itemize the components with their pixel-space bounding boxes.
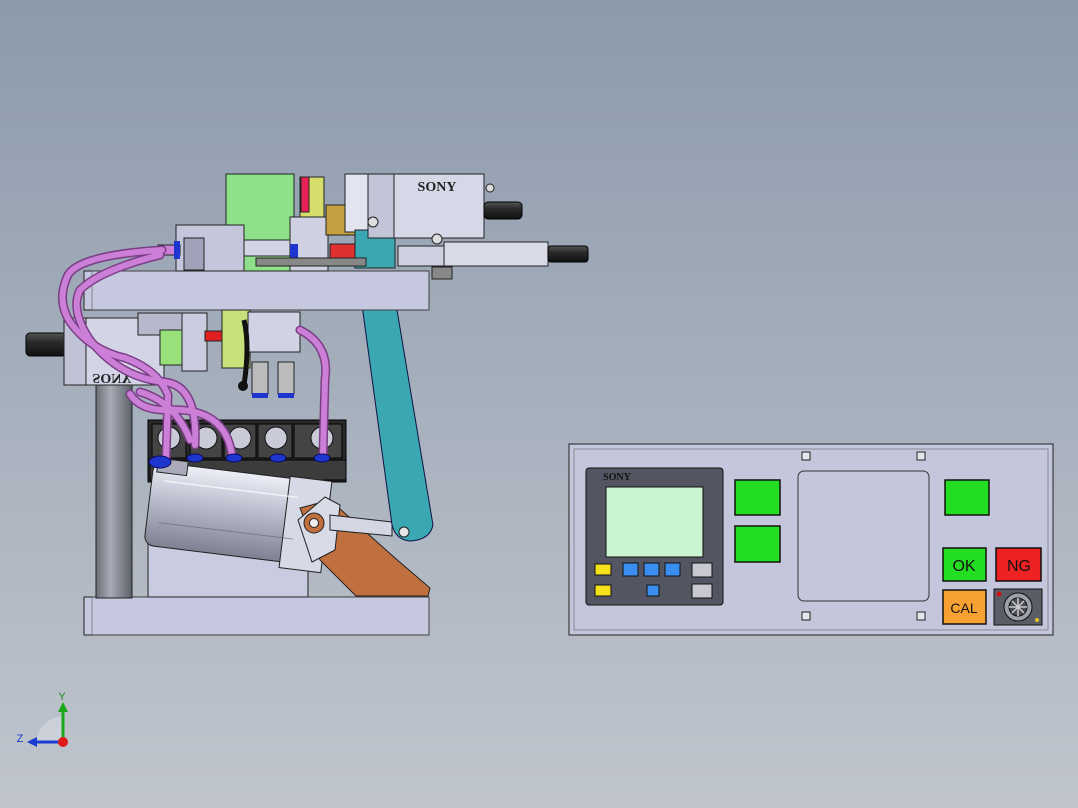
cad-viewport[interactable]: SONY SONY SONY OK NG CAL Y Z bbox=[0, 0, 1078, 808]
top-plate bbox=[83, 270, 430, 311]
green-lamp-3 bbox=[944, 479, 990, 516]
cal-button[interactable]: CAL bbox=[942, 589, 987, 625]
hmi-key-blue-1[interactable] bbox=[622, 562, 639, 577]
teal-arm[interactable] bbox=[361, 297, 434, 542]
support-post bbox=[95, 384, 133, 599]
base-plate bbox=[83, 596, 430, 636]
hmi-key-yellow-1[interactable] bbox=[594, 563, 612, 576]
slide-cylinder bbox=[397, 245, 445, 267]
hmi-key-blue-2[interactable] bbox=[643, 562, 660, 577]
ng-button[interactable]: NG bbox=[995, 547, 1042, 582]
y-axis-label: Y bbox=[58, 691, 66, 703]
ok-button[interactable]: OK bbox=[942, 547, 987, 582]
hmi-key-grey-1[interactable] bbox=[691, 562, 713, 578]
hmi-screen[interactable] bbox=[605, 486, 704, 558]
hmi-key-grey-2[interactable] bbox=[691, 583, 713, 599]
hmi-key-yellow-2[interactable] bbox=[594, 584, 612, 597]
hmi-key-blue-4[interactable] bbox=[646, 584, 660, 597]
svg-text:CAL: CAL bbox=[950, 600, 977, 616]
z-axis-label: Z bbox=[17, 733, 24, 745]
red-post bbox=[300, 176, 310, 213]
left-camera-lens bbox=[25, 332, 67, 357]
cad-drawing: SONY SONY SONY OK NG CAL Y Z bbox=[17, 173, 1054, 747]
top-camera-logo: SONY bbox=[418, 180, 457, 195]
svg-text:NG: NG bbox=[1007, 558, 1031, 575]
pneumatic-cylinder bbox=[247, 311, 301, 353]
hmi-unit[interactable]: SONY bbox=[585, 467, 724, 606]
top-camera-lens bbox=[483, 201, 523, 220]
green-lamp-1 bbox=[734, 479, 781, 516]
hmi-logo: SONY bbox=[603, 472, 632, 483]
hmi-key-blue-3[interactable] bbox=[664, 562, 681, 577]
green-lamp-2 bbox=[734, 525, 781, 563]
x-axis-dot-icon bbox=[58, 737, 68, 747]
orientation-triad: Y Z bbox=[17, 691, 68, 747]
machine-assembly[interactable]: SONY SONY bbox=[25, 173, 589, 636]
svg-text:OK: OK bbox=[952, 558, 975, 575]
panel-cutout bbox=[797, 470, 930, 602]
control-panel: SONY OK NG CAL bbox=[568, 443, 1054, 636]
fan-icon bbox=[993, 588, 1043, 626]
